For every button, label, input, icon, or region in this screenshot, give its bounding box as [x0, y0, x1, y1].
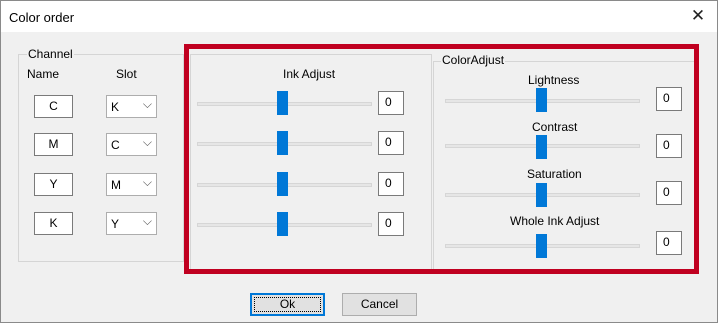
- slot-value: Y: [111, 217, 120, 231]
- slot-select-c[interactable]: K ⌵: [106, 95, 157, 118]
- cancel-button-label: Cancel: [360, 297, 399, 311]
- channel-name-y: Y: [34, 173, 73, 196]
- slot-header: Slot: [116, 67, 137, 81]
- chevron-down-icon: ⌵: [142, 97, 152, 111]
- close-icon[interactable]: ✕: [689, 7, 707, 25]
- chevron-down-icon: ⌵: [142, 214, 152, 228]
- slot-value: K: [111, 100, 120, 114]
- window-title: Color order: [9, 10, 75, 25]
- focus-ring: [254, 297, 321, 312]
- slot-value: C: [111, 138, 120, 152]
- channel-legend: Channel: [27, 47, 74, 61]
- slot-value: M: [111, 178, 121, 192]
- slot-select-m[interactable]: C ⌵: [106, 133, 157, 156]
- slot-select-y[interactable]: M ⌵: [106, 173, 157, 196]
- channel-name-m: M: [34, 133, 73, 156]
- title-bar: Color order ✕: [1, 1, 717, 32]
- channel-name-k: K: [34, 212, 73, 235]
- channel-name-c: C: [34, 95, 73, 118]
- chevron-down-icon: ⌵: [142, 135, 152, 149]
- highlight-frame: [184, 44, 699, 274]
- chevron-down-icon: ⌵: [142, 175, 152, 189]
- color-order-dialog: Color order ✕ Channel Name Slot C M Y K …: [0, 0, 718, 323]
- cancel-button[interactable]: Cancel: [342, 293, 417, 316]
- slot-select-k[interactable]: Y ⌵: [106, 212, 157, 235]
- ok-button[interactable]: Ok: [250, 293, 325, 316]
- name-header: Name: [27, 67, 60, 81]
